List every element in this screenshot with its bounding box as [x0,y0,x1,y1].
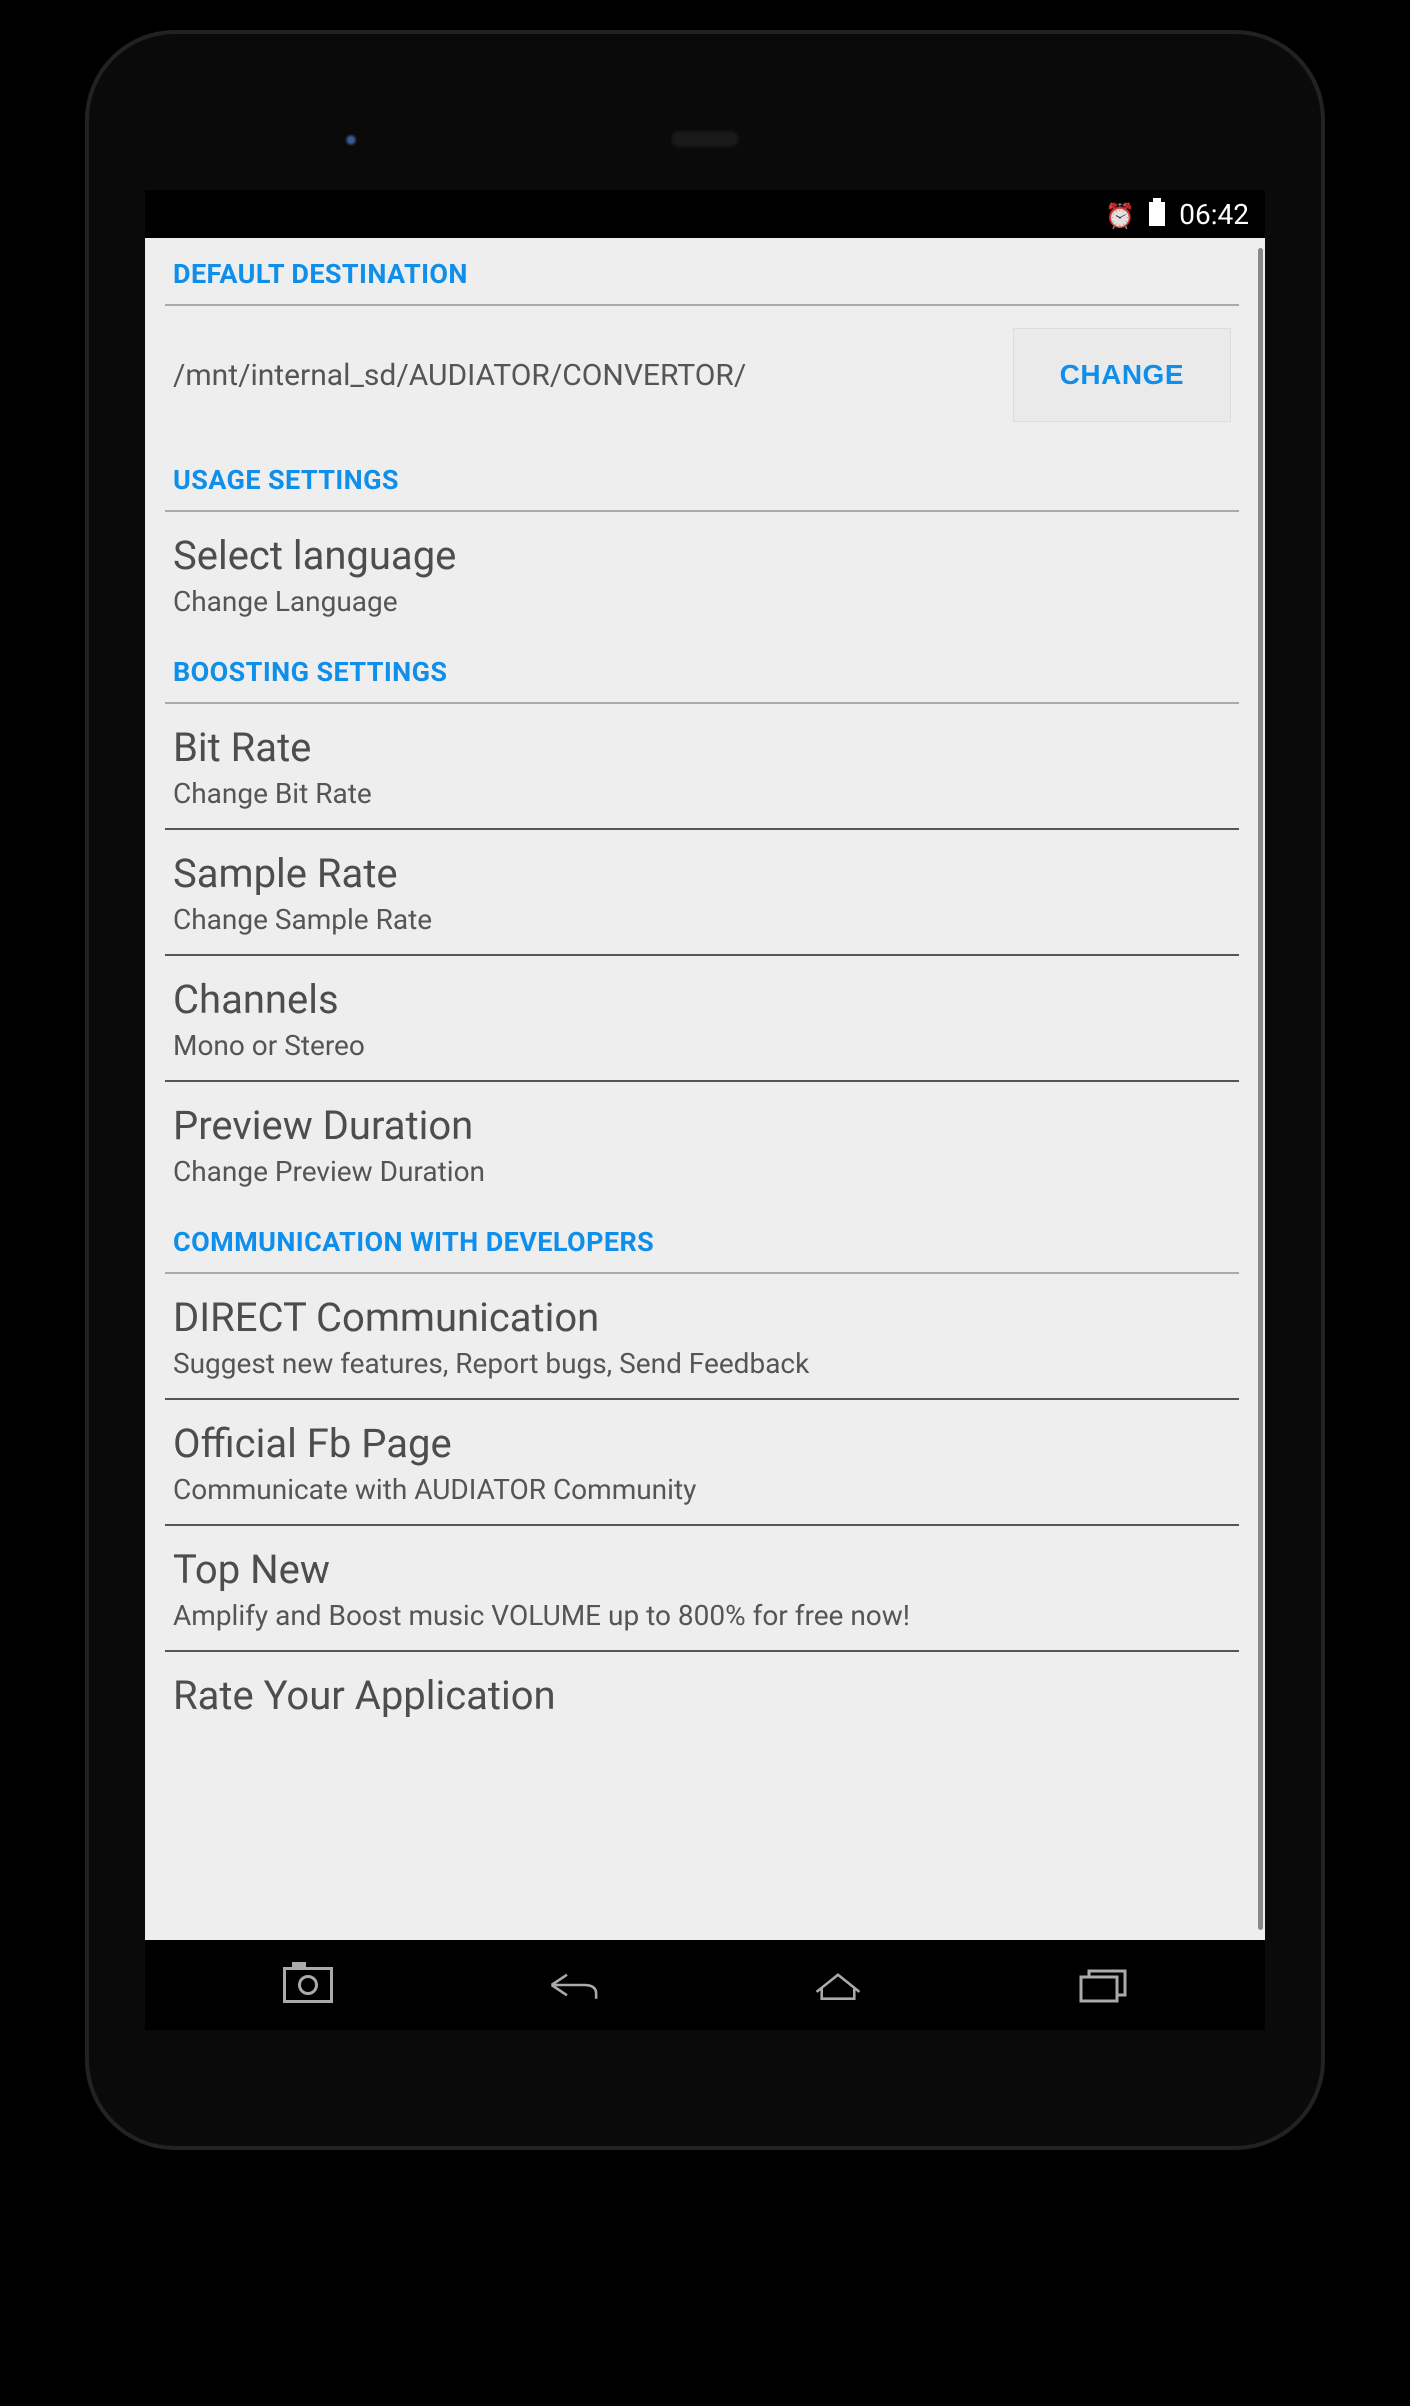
nav-recent-button[interactable] [1073,1963,1133,2007]
setting-channels[interactable]: Channels Mono or Stereo [165,956,1239,1082]
setting-title: Sample Rate [173,850,1231,897]
change-button[interactable]: CHANGE [1013,328,1231,422]
nav-back-button[interactable] [543,1963,603,2007]
navigation-bar [145,1940,1265,2030]
phone-frame: 06:42 DEFAULT DESTINATION /mnt/internal_… [85,30,1325,2150]
nav-camera-button[interactable] [278,1963,338,2007]
camera-icon [283,1967,333,2003]
setting-title: Select language [173,532,1231,579]
status-time: 06:42 [1179,198,1249,231]
nav-home-button[interactable] [808,1963,868,2007]
setting-title: DIRECT Communication [173,1294,1231,1341]
front-camera [345,134,357,146]
setting-sub: Mono or Stereo [173,1029,1231,1062]
settings-content: DEFAULT DESTINATION /mnt/internal_sd/AUD… [145,238,1265,1940]
status-bar: 06:42 [145,190,1265,238]
setting-title: Top New [173,1546,1231,1593]
scroll-indicator[interactable] [1258,248,1263,1930]
battery-icon [1149,202,1165,226]
setting-sub: Communicate with AUDIATOR Community [173,1473,1231,1506]
setting-sample-rate[interactable]: Sample Rate Change Sample Rate [165,830,1239,956]
setting-sub: Change Sample Rate [173,903,1231,936]
destination-path: /mnt/internal_sd/AUDIATOR/CONVERTOR/ [173,358,999,393]
setting-title: Rate Your Application [173,1672,1231,1719]
section-default-destination: DEFAULT DESTINATION [165,238,1239,306]
setting-bit-rate[interactable]: Bit Rate Change Bit Rate [165,704,1239,830]
section-boosting-settings: BOOSTING SETTINGS [165,636,1239,704]
setting-rate-application[interactable]: Rate Your Application [165,1652,1239,1719]
setting-title: Bit Rate [173,724,1231,771]
section-communication: COMMUNICATION WITH DEVELOPERS [165,1206,1239,1274]
back-icon [543,1965,603,2005]
setting-official-fb-page[interactable]: Official Fb Page Communicate with AUDIAT… [165,1400,1239,1526]
destination-row: /mnt/internal_sd/AUDIATOR/CONVERTOR/ CHA… [165,306,1239,444]
earpiece-speaker [670,130,740,148]
setting-sub: Change Bit Rate [173,777,1231,810]
setting-direct-communication[interactable]: DIRECT Communication Suggest new feature… [165,1274,1239,1400]
setting-preview-duration[interactable]: Preview Duration Change Preview Duration [165,1082,1239,1206]
setting-title: Preview Duration [173,1102,1231,1149]
setting-title: Channels [173,976,1231,1023]
section-usage-settings: USAGE SETTINGS [165,444,1239,512]
setting-title: Official Fb Page [173,1420,1231,1467]
setting-sub: Change Language [173,585,1231,618]
setting-top-new[interactable]: Top New Amplify and Boost music VOLUME u… [165,1526,1239,1652]
alarm-icon [1105,198,1135,231]
setting-sub: Change Preview Duration [173,1155,1231,1188]
setting-select-language[interactable]: Select language Change Language [165,512,1239,636]
screen: 06:42 DEFAULT DESTINATION /mnt/internal_… [145,190,1265,2030]
recent-apps-icon [1073,1963,1133,2007]
setting-sub: Amplify and Boost music VOLUME up to 800… [173,1599,1231,1632]
home-icon [808,1965,868,2005]
setting-sub: Suggest new features, Report bugs, Send … [173,1347,1231,1380]
